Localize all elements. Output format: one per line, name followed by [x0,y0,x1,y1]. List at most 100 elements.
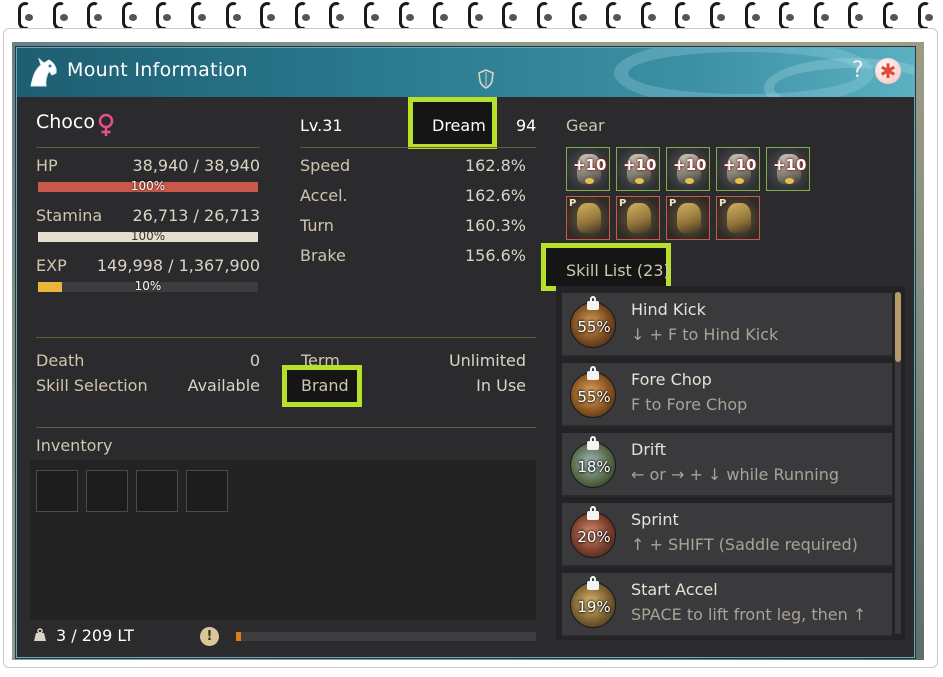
binding-ring [260,2,276,30]
weight-bar-fill [236,632,241,641]
skill-selection-label: Skill Selection [36,376,148,395]
binding-ring [52,2,68,30]
mount-name: Choco [36,111,96,133]
hp-value: 38,940 / 38,940 [132,156,260,175]
skill-name: Fore Chop [631,370,712,389]
binding-ring [640,2,656,30]
warning-icon[interactable]: ! [200,627,219,646]
gear-label: Gear [566,116,605,135]
accel-label: Accel. [300,186,348,205]
exp-label: EXP [36,256,67,275]
inventory-weight: 3 / 209 LT [56,626,134,645]
stamina-value: 26,713 / 26,713 [132,206,260,225]
gear-slot[interactable]: +10 [616,147,660,191]
gear-item-icon [627,203,651,233]
inventory-slot[interactable] [86,470,128,512]
speed-value: 162.8% [464,156,526,175]
lock-icon [587,296,599,310]
skill-icon: 19% [570,576,616,628]
binding-ring [156,2,172,30]
skill-icon: 55% [570,296,616,348]
skill-icon: 55% [570,366,616,418]
binding-ring [329,2,345,30]
hp-percent: 100% [130,179,166,193]
binding-ring [848,2,864,30]
shield-icon [478,69,494,89]
skill-description: ← or → + ↓ while Running [631,465,840,484]
brake-label: Brake [300,246,346,265]
lock-icon [587,436,599,450]
binding-ring [398,2,414,30]
skill-percent: 55% [577,318,611,336]
skill-percent: 19% [577,598,611,616]
brand-label: Brand [301,376,349,395]
skill-list-scrollbar[interactable] [895,292,901,634]
gear-enhancement: +10 [673,156,707,174]
death-label: Death [36,351,85,370]
window-title: Mount Information [67,59,248,81]
inventory-slot[interactable] [136,470,178,512]
gear-slot[interactable]: +10 [666,147,710,191]
skill-list-item[interactable]: 55% Hind Kick ↓ + F to Hind Kick [562,293,892,357]
gear-slot[interactable]: P [716,196,760,240]
gear-enhancement: +10 [773,156,807,174]
divider [36,147,260,148]
gear-marker: P [669,198,677,209]
inventory-label: Inventory [36,436,113,455]
brand-value: In Use [476,376,526,395]
gear-enhancement: +10 [723,156,757,174]
exp-percent: 10% [134,279,162,293]
help-icon[interactable]: ? [852,58,864,83]
female-icon [98,113,114,136]
gear-slot[interactable]: P [666,196,710,240]
binding-ring [710,2,725,30]
gear-slot[interactable]: +10 [566,147,610,191]
turn-value: 160.3% [464,216,526,235]
speed-label: Speed [300,156,351,175]
inventory-slot[interactable] [36,470,78,512]
scrollbar-thumb[interactable] [895,292,901,362]
binding-ring [467,2,483,30]
binding-ring [606,2,622,30]
binding-ring [225,2,241,30]
skill-icon: 20% [570,506,616,558]
skill-name: Hind Kick [631,300,706,319]
exp-value: 149,998 / 1,367,900 [96,256,260,275]
mount-level: Lv.31 [300,116,343,135]
inventory-slot[interactable] [186,470,228,512]
skill-description: F to Fore Chop [631,395,748,414]
skill-name: Sprint [631,510,679,529]
skill-percent: 55% [577,388,611,406]
skill-list-item[interactable]: 18% Drift ← or → + ↓ while Running [562,433,892,497]
title-bar[interactable]: Mount Information ? ✱ [17,48,914,97]
binding-ring [433,2,449,30]
mount-grade: Dream [432,116,486,135]
skill-selection-value: Available [187,376,260,395]
gear-marker: P [719,198,727,209]
divider [300,147,536,148]
skill-description: ↑ + SHIFT (Saddle required) [631,535,858,554]
close-icon[interactable]: ✱ [875,58,901,84]
binding-ring [779,2,795,30]
lock-icon [587,366,599,380]
skill-list-item[interactable]: 19% Start Accel SPACE to lift front leg, t… [562,573,892,637]
binding-ring [744,2,760,30]
binding-ring [18,2,33,30]
skill-list-item[interactable]: 20% Sprint ↑ + SHIFT (Saddle required) [562,503,892,567]
gear-slot[interactable]: P [616,196,660,240]
coin-icon [635,178,644,184]
skill-list-item[interactable]: 55% Fore Chop F to Fore Chop [562,363,892,427]
term-value: Unlimited [448,351,526,370]
gear-slot[interactable]: +10 [766,147,810,191]
stamina-percent: 100% [130,229,166,243]
brake-value: 156.6% [464,246,526,265]
gear-slot[interactable]: +10 [716,147,760,191]
binding-ring [917,2,933,30]
stamina-label: Stamina [36,206,103,225]
binding-ring [502,2,518,30]
weight-bar [236,632,536,641]
binding-ring [121,2,137,30]
binding-ring [537,2,552,30]
gear-slot[interactable]: P [566,196,610,240]
skill-name: Start Accel [631,580,718,599]
